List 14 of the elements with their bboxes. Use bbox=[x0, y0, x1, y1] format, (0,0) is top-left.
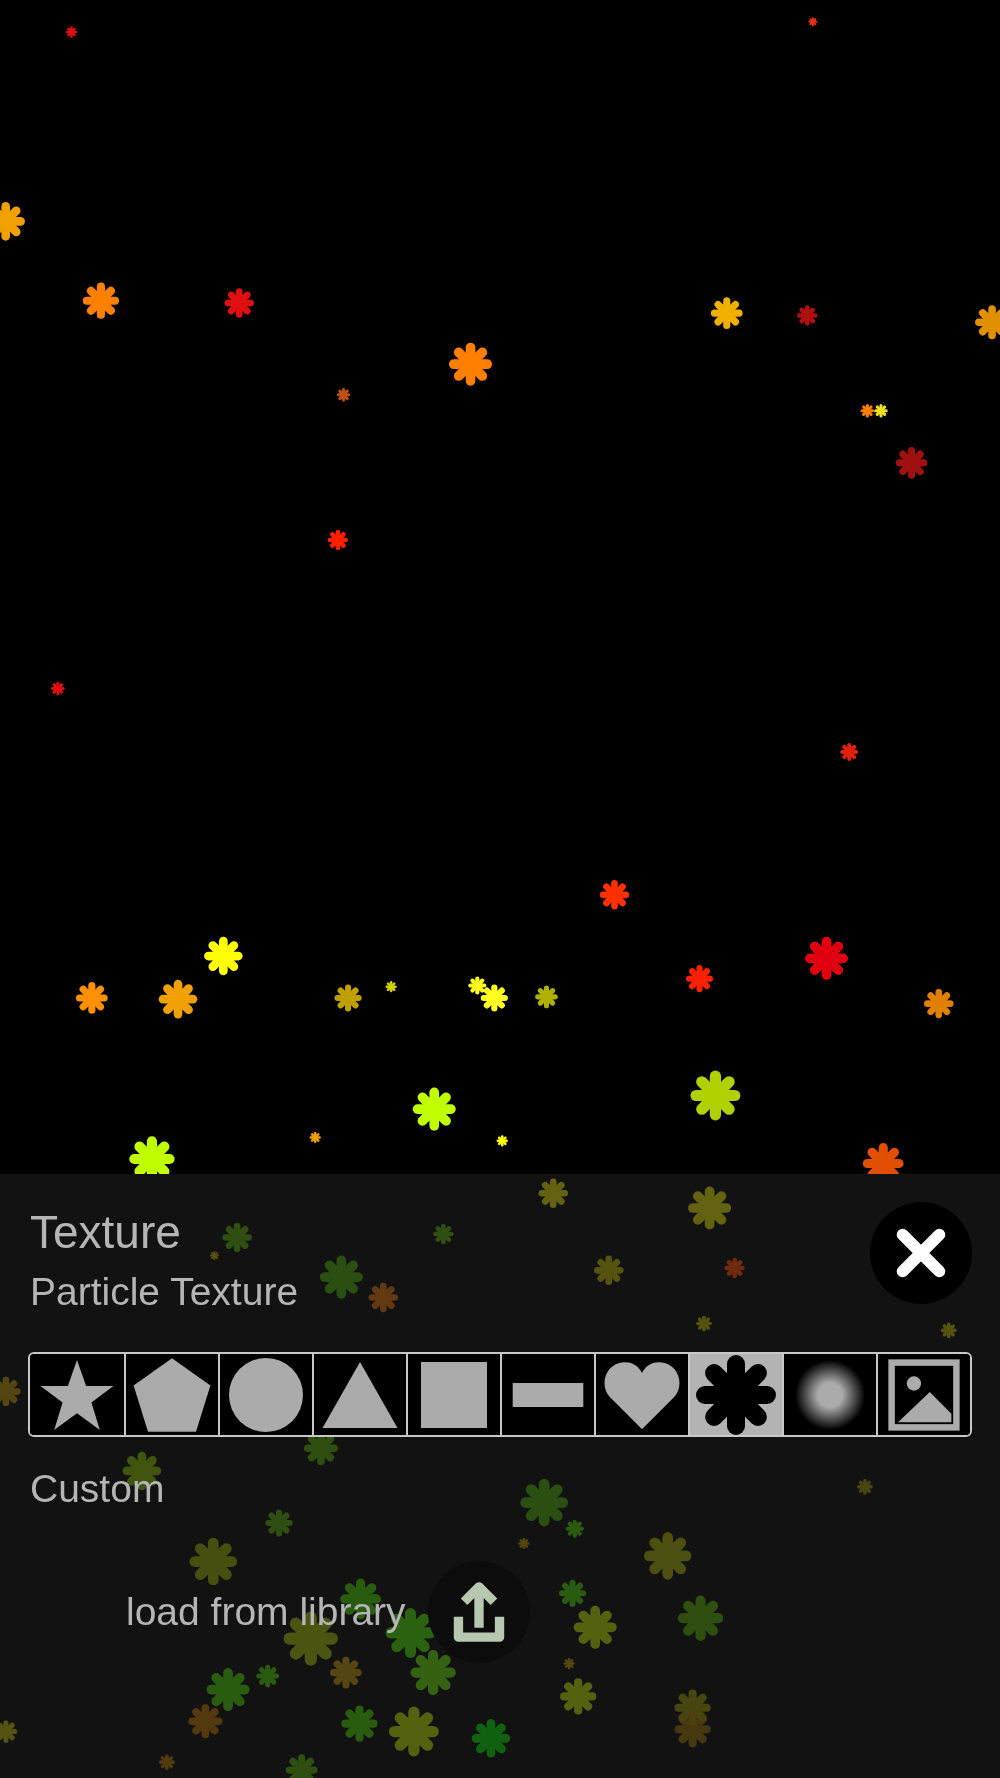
heart-icon bbox=[604, 1359, 680, 1430]
section-label: Particle Texture bbox=[30, 1269, 299, 1315]
glow-icon bbox=[795, 1359, 865, 1430]
bar-icon bbox=[512, 1382, 584, 1407]
panel-title: Texture bbox=[30, 1205, 182, 1260]
section-label: Custom bbox=[30, 1466, 166, 1512]
texture-option[interactable] bbox=[876, 1354, 970, 1435]
load-label: load from library bbox=[126, 1589, 406, 1635]
texture-option[interactable] bbox=[688, 1354, 782, 1435]
square-icon bbox=[421, 1361, 487, 1428]
triangle-icon bbox=[322, 1361, 398, 1428]
image-icon bbox=[888, 1358, 960, 1431]
circle-icon bbox=[229, 1357, 303, 1432]
close-icon bbox=[894, 1226, 948, 1280]
